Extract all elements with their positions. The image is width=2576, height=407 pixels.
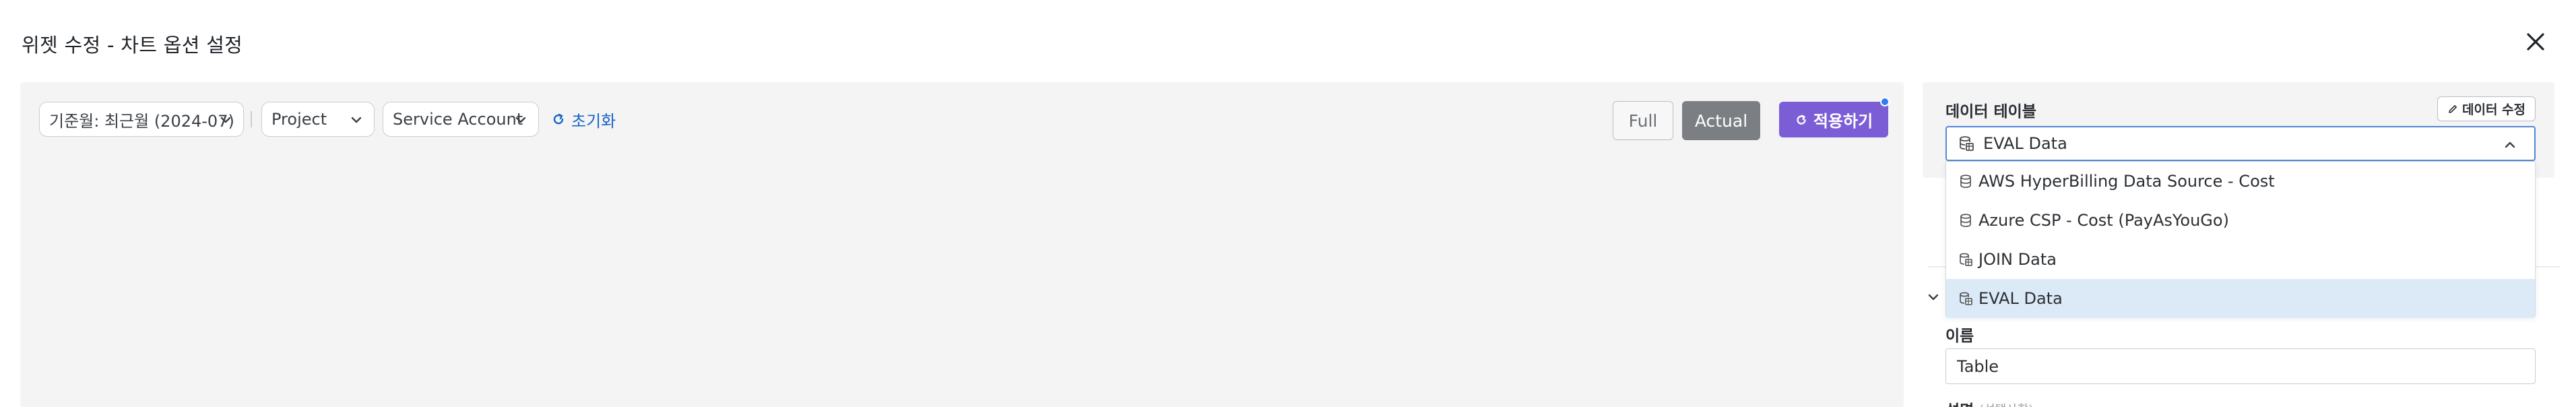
dropdown-option[interactable]: JOIN Data	[1946, 240, 2535, 279]
chevron-down-icon	[351, 117, 362, 123]
chevron-down-icon	[515, 117, 526, 123]
reset-label: 초기화	[571, 111, 616, 131]
database-icon	[1960, 175, 1971, 188]
database-icon	[1960, 214, 1971, 227]
dropdown-option-label: Azure CSP - Cost (PayAsYouGo)	[1978, 211, 2229, 230]
notification-dot	[1880, 97, 1890, 106]
view-full-button[interactable]: Full	[1613, 101, 1673, 140]
project-filter-label: Project	[271, 110, 327, 129]
apply-button[interactable]: 적용하기	[1779, 102, 1888, 137]
dropdown-option[interactable]: Azure CSP - Cost (PayAsYouGo)	[1946, 201, 2535, 240]
filter-divider	[251, 111, 252, 127]
project-filter[interactable]: Project	[261, 102, 375, 137]
dropdown-option-label: AWS HyperBilling Data Source - Cost	[1978, 172, 2275, 191]
pencil-icon	[2449, 104, 2457, 113]
data-table-icon	[1960, 136, 1974, 151]
data-table-label: 데이터 테이블	[1945, 103, 2036, 121]
base-month-filter[interactable]: 기준월: 최근월 (2024-07)	[39, 102, 244, 137]
dropdown-option[interactable]: AWS HyperBilling Data Source - Cost	[1946, 162, 2535, 201]
modal-title: 위젯 수정 - 차트 옵션 설정	[22, 34, 243, 57]
chevron-down-icon[interactable]	[1926, 290, 1941, 305]
dropdown-option-label: EVAL Data	[1978, 289, 2063, 308]
edit-data-button[interactable]: 데이터 수정	[2437, 96, 2536, 121]
name-input[interactable]	[1945, 348, 2536, 384]
chevron-down-icon	[220, 117, 231, 123]
base-month-filter-label: 기준월: 최근월 (2024-07)	[49, 111, 234, 131]
edit-data-label: 데이터 수정	[2461, 102, 2525, 117]
description-label: 설명	[1945, 398, 1974, 407]
data-table-selected-value: EVAL Data	[1983, 134, 2067, 153]
description-hint: (선택사항)	[1979, 400, 2033, 407]
reset-button[interactable]: 초기화	[551, 108, 616, 131]
dropdown-option-selected[interactable]: EVAL Data	[1946, 279, 2535, 318]
chevron-up-icon	[2505, 142, 2515, 148]
service-account-filter[interactable]: Service Account	[383, 102, 539, 137]
apply-label: 적용하기	[1813, 112, 1873, 131]
modal-header: 위젯 수정 - 차트 옵션 설정	[0, 0, 2576, 81]
dropdown-option-label: JOIN Data	[1978, 250, 2057, 269]
refresh-icon	[553, 113, 564, 125]
service-account-filter-label: Service Account	[393, 110, 523, 129]
close-icon[interactable]	[2523, 30, 2548, 54]
refresh-icon	[1797, 114, 1806, 125]
data-table-icon	[1960, 292, 1972, 305]
data-table-dropdown: AWS HyperBilling Data Source - Cost Azur…	[1945, 161, 2536, 318]
view-actual-button[interactable]: Actual	[1682, 101, 1760, 140]
data-table-icon	[1960, 253, 1972, 266]
data-table-select[interactable]: EVAL Data	[1945, 126, 2536, 161]
name-label: 이름	[1945, 327, 1974, 345]
